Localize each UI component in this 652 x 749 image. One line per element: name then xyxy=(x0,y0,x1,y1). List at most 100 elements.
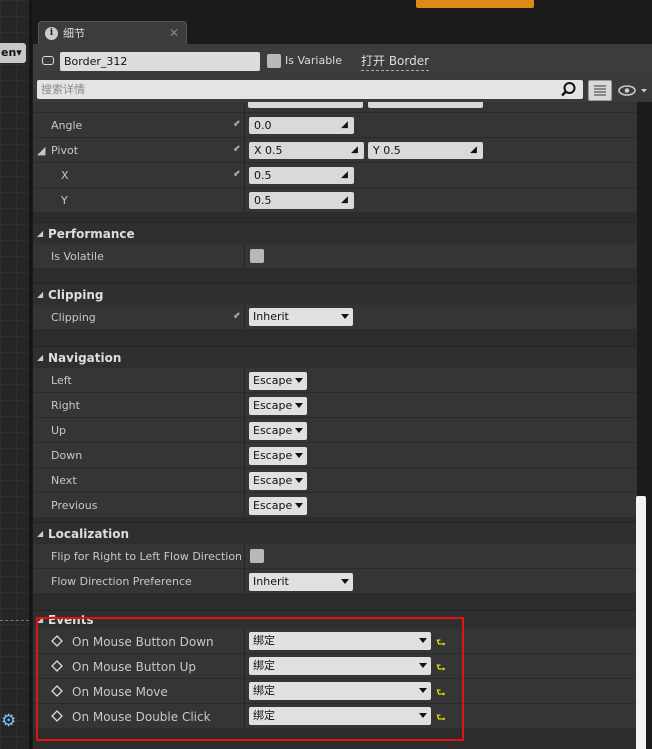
reset-arrow-icon[interactable]: ⮑ xyxy=(436,634,446,653)
event-mouse-up-dropdown[interactable]: 绑定 xyxy=(249,657,431,675)
reset-arrow-icon[interactable]: ⮑ xyxy=(436,709,446,728)
pivot-x-field[interactable]: X 0.5 ◢ xyxy=(249,142,364,159)
pivot-y-value: Y 0.5 xyxy=(373,144,401,157)
nav-down-dropdown[interactable]: Escape xyxy=(249,447,307,465)
reset-icon[interactable]: ⬋ xyxy=(233,145,242,154)
row-pivot[interactable]: ◢ Pivot ⬋ X 0.5 ◢ Y 0.5 ◢ xyxy=(33,138,637,163)
category-clipping[interactable]: ◢ Clipping xyxy=(33,283,637,305)
nav-up-label: Up xyxy=(51,424,67,437)
column-divider xyxy=(244,704,245,729)
nav-previous-value: Escape xyxy=(253,499,293,512)
clipping-dropdown[interactable]: Inherit xyxy=(249,308,353,326)
x-field[interactable]: 0.5 ◢ xyxy=(249,167,354,184)
category-events[interactable]: ◢ Events xyxy=(33,610,637,629)
nav-left-value: Escape xyxy=(253,374,293,387)
row-nav-left: Left Escape xyxy=(33,368,637,393)
tab-details[interactable]: i 细节 ✕ xyxy=(38,21,187,44)
collapse-arrow-icon[interactable]: ◢ xyxy=(37,229,43,238)
details-list[interactable]: Angle ⬋ 0.0 ◢ ◢ Pivot ⬋ X 0.5 ◢ Y 0.5 ◢ xyxy=(33,102,637,749)
column-divider xyxy=(244,102,245,113)
event-mouse-move-dropdown[interactable]: 绑定 xyxy=(249,682,431,700)
nav-right-dropdown[interactable]: Escape xyxy=(249,397,307,415)
collapse-arrow-icon[interactable]: ◢ xyxy=(37,615,43,624)
expand-arrow-icon: ◢ xyxy=(341,120,348,130)
panel-splitter[interactable] xyxy=(29,0,32,749)
is-variable-checkbox[interactable] xyxy=(267,54,281,68)
column-divider xyxy=(244,368,245,393)
gear-icon[interactable]: ⚙ xyxy=(1,712,19,730)
expand-arrow-icon: ◢ xyxy=(351,145,358,155)
row-shear-partial xyxy=(33,102,637,113)
search-input[interactable]: 搜索详情 xyxy=(37,80,583,99)
reset-icon[interactable]: ⬋ xyxy=(233,120,242,129)
collapse-arrow-icon[interactable]: ◢ xyxy=(37,529,43,538)
clipping-label: Clipping xyxy=(51,311,96,324)
section-gap xyxy=(33,269,637,283)
graph-dropdown-label: en xyxy=(1,46,17,59)
nav-right-value: Escape xyxy=(253,399,293,412)
event-mouse-double-click-dropdown[interactable]: 绑定 xyxy=(249,707,431,725)
section-gap xyxy=(33,729,637,749)
reset-icon[interactable]: ⬋ xyxy=(233,312,242,321)
expand-arrow-icon: ◢ xyxy=(341,195,348,205)
is-volatile-label: Is Volatile xyxy=(51,250,104,263)
nav-previous-dropdown[interactable]: Escape xyxy=(249,497,307,515)
property-matrix-button[interactable] xyxy=(588,80,612,101)
event-mouse-down-dropdown[interactable]: 绑定 xyxy=(249,632,431,650)
y-value: 0.5 xyxy=(254,194,272,207)
toolbar-highlight-button[interactable] xyxy=(416,0,534,8)
flow-direction-dropdown[interactable]: Inherit xyxy=(249,573,353,591)
pivot-y-field[interactable]: Y 0.5 ◢ xyxy=(368,142,483,159)
category-localization[interactable]: ◢ Localization xyxy=(33,522,637,544)
collapse-arrow-icon[interactable]: ◢ xyxy=(37,290,43,299)
category-performance[interactable]: ◢ Performance xyxy=(33,222,637,244)
x-value: 0.5 xyxy=(254,169,272,182)
shear-y-field[interactable] xyxy=(368,102,483,108)
row-nav-previous: Previous Escape xyxy=(33,493,637,518)
pivot-x-label: X xyxy=(61,169,69,182)
column-divider xyxy=(244,244,245,269)
row-nav-right: Right Escape xyxy=(33,393,637,418)
row-nav-up: Up Escape xyxy=(33,418,637,443)
reset-icon[interactable]: ⬋ xyxy=(233,170,242,179)
eye-icon[interactable] xyxy=(617,83,651,98)
graph-dropdown[interactable]: en▾ xyxy=(0,43,26,63)
flip-rtl-label: Flip for Right to Left Flow Direction xyxy=(51,550,243,563)
nav-down-value: Escape xyxy=(253,449,293,462)
chevron-down-icon xyxy=(295,428,303,433)
column-divider xyxy=(244,443,245,468)
event-mouse-double-click-value: 绑定 xyxy=(253,709,275,722)
is-volatile-checkbox[interactable] xyxy=(250,249,264,263)
column-divider xyxy=(244,418,245,443)
nav-next-dropdown[interactable]: Escape xyxy=(249,472,307,490)
nav-previous-label: Previous xyxy=(51,499,98,512)
close-icon[interactable]: ✕ xyxy=(169,26,179,40)
shear-x-field[interactable] xyxy=(248,102,363,108)
column-divider xyxy=(244,629,245,654)
chevron-down-icon xyxy=(341,314,349,319)
event-diamond-icon xyxy=(51,635,63,647)
collapse-arrow-icon[interactable]: ◢ xyxy=(37,353,43,362)
reset-arrow-icon[interactable]: ⮑ xyxy=(436,684,446,703)
expand-arrow-icon[interactable]: ◢ xyxy=(37,144,45,157)
row-event-mouse-double-click: On Mouse Double Click 绑定 ⮑ xyxy=(33,704,637,729)
event-mouse-move-value: 绑定 xyxy=(253,684,275,697)
search-icon[interactable] xyxy=(560,81,577,98)
widget-name-input[interactable]: Border_312 xyxy=(60,52,260,71)
row-angle: Angle ⬋ 0.0 ◢ xyxy=(33,113,637,138)
row-flow-direction: Flow Direction Preference Inherit xyxy=(33,569,637,594)
nav-up-dropdown[interactable]: Escape xyxy=(249,422,307,440)
reset-arrow-icon[interactable]: ⮑ xyxy=(436,659,446,678)
scrollbar-thumb[interactable] xyxy=(636,496,646,749)
event-mouse-down-label: On Mouse Button Down xyxy=(72,635,214,649)
nav-left-dropdown[interactable]: Escape xyxy=(249,372,307,390)
expand-arrow-icon: ◢ xyxy=(341,170,348,180)
flip-rtl-checkbox[interactable] xyxy=(250,549,264,563)
open-border-link[interactable]: 打开 Border xyxy=(361,52,430,71)
category-navigation[interactable]: ◢ Navigation xyxy=(33,346,637,368)
chevron-down-icon xyxy=(419,638,427,643)
y-field[interactable]: 0.5 ◢ xyxy=(249,192,354,209)
angle-field[interactable]: 0.0 ◢ xyxy=(249,117,354,134)
event-mouse-up-value: 绑定 xyxy=(253,659,275,672)
row-event-mouse-move: On Mouse Move 绑定 ⮑ xyxy=(33,679,637,704)
